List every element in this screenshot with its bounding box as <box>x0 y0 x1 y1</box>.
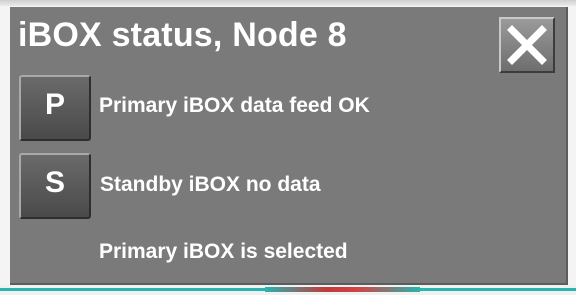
top-edge <box>0 0 576 6</box>
standby-status-text: Standby iBOX no data <box>100 173 321 196</box>
selected-status-text: Primary iBOX is selected <box>99 240 348 263</box>
primary-select-button[interactable]: P <box>19 75 91 141</box>
panel-title: iBOX status, Node 8 <box>18 16 347 54</box>
bottom-strip <box>0 285 576 295</box>
screen-frame: iBOX status, Node 8 P Primary iBOX data … <box>0 0 576 295</box>
red-highlight <box>265 287 420 292</box>
close-x-icon <box>507 25 547 65</box>
standby-button-label: S <box>44 166 65 199</box>
close-button[interactable] <box>499 17 555 73</box>
primary-status-text: Primary iBOX data feed OK <box>99 94 370 117</box>
primary-button-label: P <box>44 88 65 121</box>
standby-select-button[interactable]: S <box>19 153 91 219</box>
